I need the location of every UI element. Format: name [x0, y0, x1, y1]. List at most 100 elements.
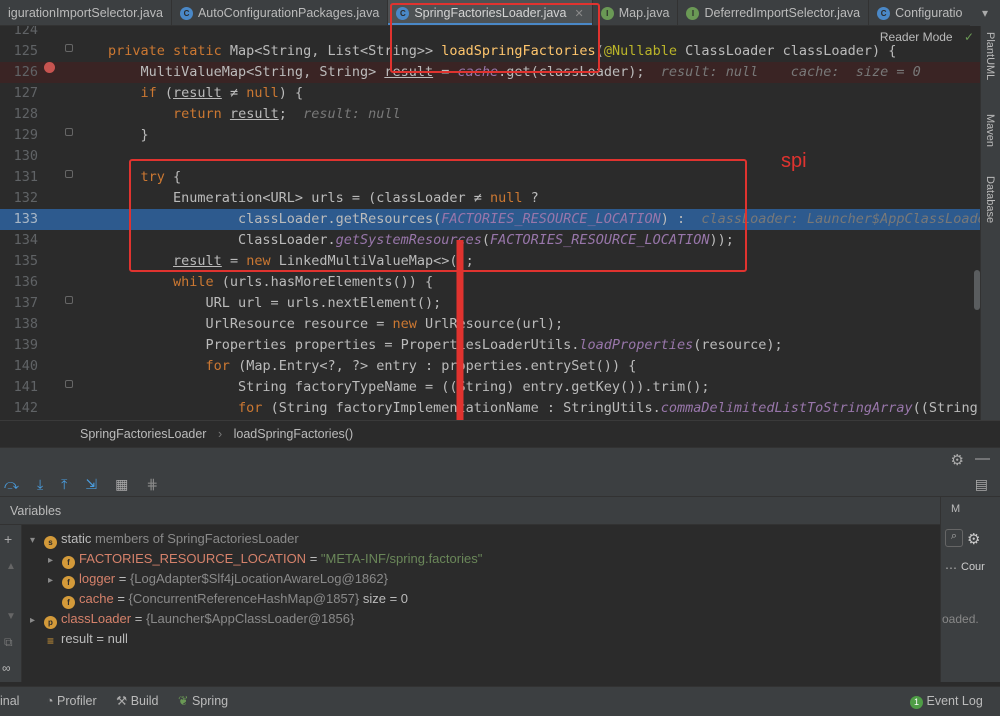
line-number[interactable]: 129: [0, 125, 38, 146]
chevron-down-icon[interactable]: ▾: [30, 531, 44, 551]
breakpoint-icon[interactable]: [44, 62, 55, 73]
code-line[interactable]: 129 }: [0, 125, 980, 146]
chevron-right-icon[interactable]: ▸: [48, 551, 62, 571]
more-icon[interactable]: ⋯: [945, 561, 957, 575]
tool-window-maven[interactable]: Maven: [984, 114, 996, 147]
line-number[interactable]: 136: [0, 272, 38, 293]
layout-icon[interactable]: ▤: [975, 476, 988, 493]
copy-icon[interactable]: ⧉: [4, 635, 13, 650]
force-step-icon[interactable]: ⇲: [85, 476, 97, 493]
variable-value: {Launcher$AppClassLoader@1856}: [145, 611, 355, 626]
line-number[interactable]: 133: [0, 209, 38, 230]
variable-value: null: [107, 631, 128, 646]
code-line[interactable]: 137 URL url = urls.nextElement();: [0, 293, 980, 314]
tab-5[interactable]: C Configuratio: [869, 0, 972, 25]
variable-row[interactable]: ≡ result = null: [30, 629, 128, 649]
fold-marker-icon[interactable]: [65, 296, 73, 304]
code-line[interactable]: 142 for (String factoryImplementationNam…: [0, 398, 980, 419]
debug-side-toolbar: + ▲ ▼ ⧉ ∞: [0, 525, 22, 682]
code-line[interactable]: 128 return result; result: null: [0, 104, 980, 125]
chevron-right-icon[interactable]: ▸: [48, 571, 62, 591]
code-line[interactable]: 136 while (urls.hasMoreElements()) {: [0, 272, 980, 293]
search-icon[interactable]: ⌕: [945, 529, 963, 547]
java-class-icon: C: [179, 6, 193, 20]
variables-tree[interactable]: ▾ s static members of SpringFactoriesLoade…: [0, 525, 940, 682]
variable-row[interactable]: ▸ f FACTORIES_RESOURCE_LOCATION = "META-IN…: [48, 549, 482, 569]
tab-3[interactable]: I Map.java: [593, 0, 679, 25]
line-number[interactable]: 127: [0, 83, 38, 104]
move-up-icon[interactable]: ▲: [6, 561, 16, 572]
reader-mode-toggle[interactable]: Reader Mode ✓: [880, 30, 974, 44]
line-number[interactable]: 132: [0, 188, 38, 209]
fold-marker-icon[interactable]: [65, 128, 73, 136]
profiler-tab[interactable]: ◔ Profiler: [46, 687, 97, 715]
variable-name: static: [61, 531, 92, 546]
tab-4[interactable]: I DeferredImportSelector.java: [678, 0, 870, 25]
breadcrumb-class[interactable]: SpringFactoriesLoader: [80, 427, 206, 441]
tool-window-database[interactable]: Database: [984, 176, 996, 223]
tool-window-plantuml[interactable]: PlantUML: [984, 32, 996, 80]
line-number[interactable]: 126: [0, 62, 38, 83]
spring-tab[interactable]: ❦ Spring: [178, 687, 228, 715]
fold-marker-icon[interactable]: [65, 170, 73, 178]
trace-icon[interactable]: ⋕: [146, 476, 158, 493]
code-text: return result; result: null: [173, 106, 401, 122]
code-text: URL url = urls.nextElement();: [108, 295, 442, 311]
build-tab[interactable]: ⚒ Build: [116, 687, 159, 715]
step-into-icon[interactable]: ⤓: [37, 476, 43, 493]
code-line[interactable]: 141 String factoryTypeName = ((String) e…: [0, 377, 980, 398]
line-number[interactable]: 134: [0, 230, 38, 251]
step-over-icon[interactable]: ⤼: [4, 476, 19, 493]
event-log-badge: 1: [910, 696, 923, 709]
code-line[interactable]: 140 for (Map.Entry<?, ?> entry : propert…: [0, 356, 980, 377]
line-number[interactable]: 141: [0, 377, 38, 398]
chevron-right-icon[interactable]: ▸: [30, 611, 44, 631]
tab-1[interactable]: C AutoConfigurationPackages.java: [172, 0, 389, 25]
evaluate-icon[interactable]: ▦: [115, 476, 128, 493]
status-bar: inal ◔ Profiler ⚒ Build ❦ Spring 1 Event…: [0, 686, 1000, 716]
minimize-icon[interactable]: —: [975, 450, 990, 467]
add-watch-icon[interactable]: +: [4, 531, 12, 547]
fold-marker-icon[interactable]: [65, 380, 73, 388]
hammer-icon: ⚒: [116, 694, 128, 708]
variable-row[interactable]: ▾ s static members of SpringFactoriesLoade…: [30, 529, 299, 549]
variable-row[interactable]: ▸ p classLoader = {Launcher$AppClassLoader…: [30, 609, 354, 629]
tab-label: AutoConfigurationPackages.java: [197, 6, 380, 20]
editor-scrollbar[interactable]: [974, 270, 980, 310]
line-number[interactable]: 130: [0, 146, 38, 167]
terminal-tab[interactable]: inal: [0, 687, 19, 715]
line-number[interactable]: 128: [0, 104, 38, 125]
move-down-icon[interactable]: ▼: [6, 611, 16, 622]
gear-icon[interactable]: ⚙: [967, 530, 980, 548]
line-number[interactable]: 131: [0, 167, 38, 188]
variable-rest: members of SpringFactoriesLoader: [91, 531, 299, 546]
breadcrumb-method[interactable]: loadSpringFactories(): [234, 427, 354, 441]
code-line[interactable]: 139 Properties properties = PropertiesLo…: [0, 335, 980, 356]
code-line[interactable]: 138 UrlResource resource = new UrlResour…: [0, 314, 980, 335]
variable-row[interactable]: ▸ f logger = {LogAdapter$Slf4jLocationAwar…: [48, 569, 388, 589]
line-number[interactable]: 138: [0, 314, 38, 335]
fold-marker-icon[interactable]: [65, 44, 73, 52]
step-out-icon[interactable]: ⤒: [61, 476, 67, 493]
line-number[interactable]: 125: [0, 41, 38, 62]
variable-row[interactable]: f cache = {ConcurrentReferenceHashMap@185…: [48, 589, 408, 609]
line-number[interactable]: 135: [0, 251, 38, 272]
gear-icon[interactable]: ⚙: [951, 451, 964, 469]
line-number[interactable]: 139: [0, 335, 38, 356]
tab-overflow-chevron-icon[interactable]: ▾: [970, 0, 1000, 26]
line-number[interactable]: 124: [0, 26, 38, 41]
line-number[interactable]: 140: [0, 356, 38, 377]
variable-extra: size = 0: [359, 591, 409, 606]
profiler-icon: ◔: [46, 694, 54, 708]
line-number[interactable]: 137: [0, 293, 38, 314]
line-number[interactable]: 142: [0, 398, 38, 419]
variable-type-icon: f: [62, 576, 75, 589]
code-text: for (Map.Entry<?, ?> entry : properties.…: [205, 358, 637, 374]
tab-0[interactable]: igurationImportSelector.java: [0, 0, 172, 25]
console-tab[interactable]: M: [951, 503, 960, 515]
code-text: for (String factoryImplementationName : …: [238, 400, 980, 416]
event-log-tab[interactable]: 1 Event Log: [910, 687, 983, 715]
code-text: }: [108, 127, 149, 143]
code-line[interactable]: 127 if (result ≠ null) {: [0, 83, 980, 104]
glasses-icon[interactable]: ∞: [2, 661, 11, 675]
